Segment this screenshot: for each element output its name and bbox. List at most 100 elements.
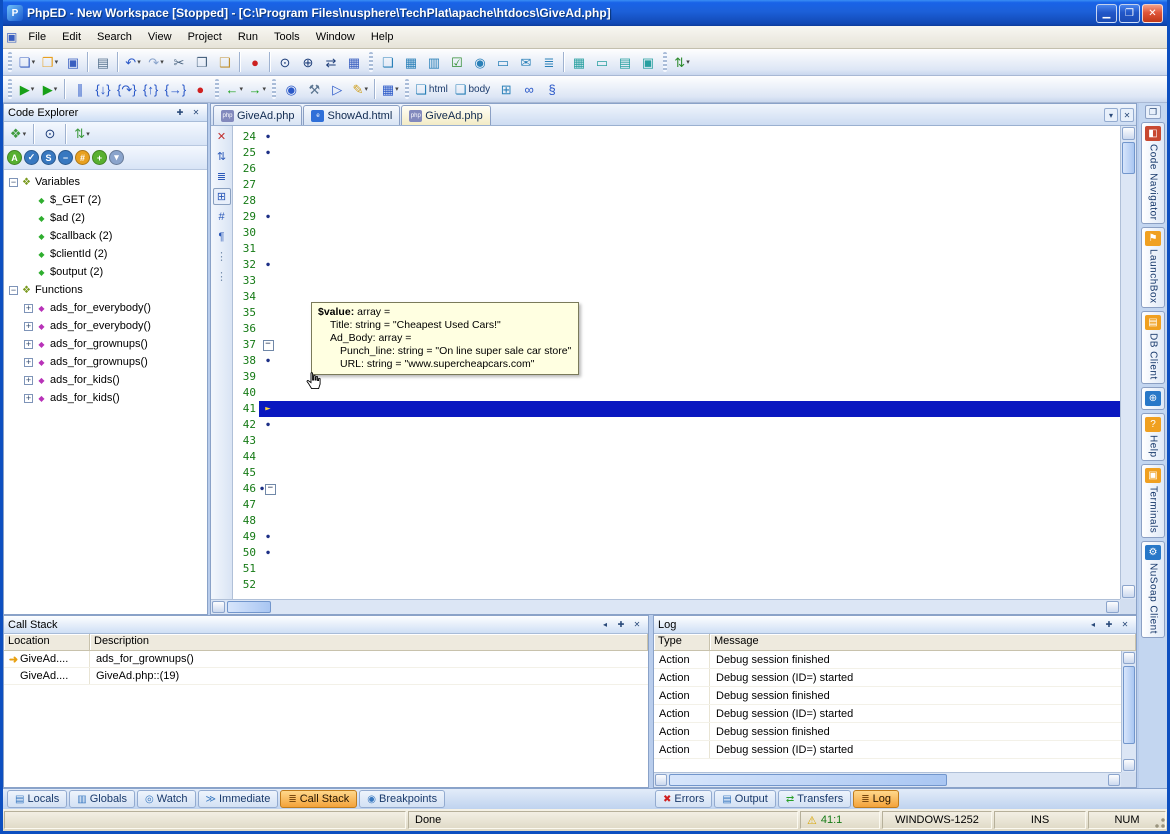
dock-tab-nusoap[interactable]: ⚙ NuSoap Client	[1141, 541, 1165, 638]
toolbar-grip[interactable]	[405, 79, 409, 99]
explorer-view-button[interactable]: ▾	[109, 150, 124, 165]
replace-button[interactable]: ⇄	[320, 51, 342, 73]
tree-item[interactable]: ads_for_everybody()	[4, 317, 207, 335]
scroll-down-button[interactable]	[1123, 759, 1135, 771]
code-line[interactable]: 41 return $value;	[233, 401, 1120, 417]
menu-help[interactable]: Help	[363, 28, 402, 46]
scrollbar-thumb[interactable]	[1122, 142, 1135, 174]
dock-tab-launchbox[interactable]: ⚑ LaunchBox	[1141, 227, 1165, 308]
scroll-right-button[interactable]	[1106, 601, 1119, 613]
line-marker-icon[interactable]	[259, 177, 277, 193]
rail-close-button[interactable]: ✕	[213, 128, 231, 145]
back-button[interactable]: ← ▾	[223, 78, 245, 100]
code-line[interactable]: 32 print ($callback."(".$output.");");	[233, 257, 1120, 273]
toolbar-separator[interactable]	[31, 124, 37, 144]
scroll-right-button[interactable]	[1108, 774, 1120, 786]
highlight-button[interactable]: ✎ ▾	[349, 78, 371, 100]
scroll-up-button[interactable]	[1123, 652, 1135, 664]
paste-button[interactable]: ❑	[214, 51, 236, 73]
scroll-down-button[interactable]	[1122, 585, 1135, 598]
rail-numbers-button[interactable]: #	[213, 208, 231, 225]
toolbar-grip[interactable]	[8, 52, 12, 72]
tree-expander-icon[interactable]	[24, 268, 33, 277]
step-over-button[interactable]: {↷}	[115, 78, 139, 100]
line-marker-icon[interactable]	[259, 385, 277, 401]
insert-radio-button[interactable]: ◉	[469, 51, 491, 73]
tree-expander-icon[interactable]	[24, 376, 33, 385]
line-marker-icon[interactable]	[259, 497, 277, 513]
rail-pilcrow-button[interactable]: ¶	[213, 228, 231, 245]
open-file-button[interactable]: ❒ ▾	[39, 51, 61, 73]
toolbar-separator[interactable]	[62, 79, 68, 99]
line-marker-icon[interactable]	[259, 433, 277, 449]
collapse-button[interactable]: −	[58, 150, 73, 165]
hash-button[interactable]: #	[75, 150, 90, 165]
column-header-message[interactable]: Message	[710, 634, 1136, 650]
code-line[interactable]: 51	[233, 561, 1120, 577]
code-line[interactable]: 25 $ad = ads_for_everybody();	[233, 145, 1120, 161]
code-line[interactable]: 44	[233, 449, 1120, 465]
menu-window[interactable]: Window	[308, 28, 363, 46]
line-marker-icon[interactable]	[259, 465, 277, 481]
tab-call-stack[interactable]: ≣ Call Stack	[280, 790, 357, 808]
editor-tab-showad-html[interactable]: e ShowAd.html	[303, 105, 400, 125]
menu-run[interactable]: Run	[230, 28, 266, 46]
explorer-find-button[interactable]: ⊙	[39, 123, 61, 145]
toolbar-grip[interactable]	[663, 52, 667, 72]
link-button[interactable]: ∞	[518, 78, 540, 100]
tab-watch[interactable]: ◎ Watch	[137, 790, 196, 808]
rail-bookmark-button[interactable]: ⊞	[213, 188, 231, 205]
line-marker-icon[interactable]	[259, 257, 277, 273]
line-marker-icon[interactable]	[259, 369, 277, 385]
line-marker-icon[interactable]	[259, 577, 277, 593]
log-horizontal-scrollbar[interactable]	[654, 772, 1121, 787]
call-stack-row[interactable]: ➜ GiveAd.... GiveAd.php::(19)	[4, 668, 648, 685]
copy-button[interactable]: ❐	[191, 51, 213, 73]
explorer-filter-button[interactable]: ❖ ▾	[7, 123, 29, 145]
tab-list-button[interactable]: ▾	[1104, 108, 1118, 122]
restore-button[interactable]: ❐	[1119, 4, 1140, 23]
toolbar-separator[interactable]	[237, 52, 243, 72]
tree-expander-icon[interactable]	[9, 286, 18, 295]
toolbar-grip[interactable]	[215, 79, 219, 99]
line-marker-icon[interactable]	[259, 145, 277, 161]
cut-button[interactable]: ✂	[168, 51, 190, 73]
tab-log[interactable]: ≣ Log	[853, 790, 899, 808]
redo-button[interactable]: ↷ ▾	[145, 51, 167, 73]
tree-item[interactable]: ads_for_grownups()	[4, 335, 207, 353]
run-in-browser-button[interactable]: ▶ ▾	[39, 78, 61, 100]
line-marker-icon[interactable]	[259, 305, 277, 321]
dock-tab-help[interactable]: ? Help	[1141, 413, 1165, 462]
insert-page-button[interactable]: ❏	[377, 51, 399, 73]
run-script-button[interactable]: ▷	[326, 78, 348, 100]
tree-expander-icon[interactable]	[24, 322, 33, 331]
code-line[interactable]: 47 $value = array('Ad' => array ('Title'…	[233, 497, 1120, 513]
find-in-files-button[interactable]: ⊕	[297, 51, 319, 73]
column-header-type[interactable]: Type	[654, 634, 710, 650]
panel-pin-button[interactable]: ✚	[1102, 618, 1116, 631]
line-marker-icon[interactable]	[259, 161, 277, 177]
tree-item[interactable]: $ad (2)	[4, 209, 207, 227]
toolbar-grip[interactable]	[369, 52, 373, 72]
scroll-left-button[interactable]	[212, 601, 225, 613]
scrollbar-thumb[interactable]	[669, 774, 947, 786]
toolbar-separator[interactable]	[372, 79, 378, 99]
tree-expander-icon[interactable]	[24, 232, 33, 241]
line-marker-icon[interactable]	[259, 417, 277, 433]
menu-view[interactable]: View	[140, 28, 180, 46]
toolbar-separator[interactable]	[63, 124, 69, 144]
run-button[interactable]: ▶ ▾	[16, 78, 38, 100]
code-line[interactable]: 24 default:	[233, 129, 1120, 145]
tree-item[interactable]: $callback (2)	[4, 227, 207, 245]
tab-breakpoints[interactable]: ◉ Breakpoints	[359, 790, 445, 808]
tree-item[interactable]: $clientId (2)	[4, 245, 207, 263]
step-into-button[interactable]: {↓}	[92, 78, 114, 100]
tree-item[interactable]: ads_for_grownups()	[4, 353, 207, 371]
forward-button[interactable]: → ▾	[246, 78, 268, 100]
explorer-sync-button[interactable]: ⇅ ▾	[71, 123, 93, 145]
scrollbar-thumb[interactable]	[1123, 666, 1135, 744]
tab-errors[interactable]: ✖ Errors	[655, 790, 712, 808]
breakpoint-button[interactable]: ◉	[280, 78, 302, 100]
toolbar-grip[interactable]	[272, 79, 276, 99]
editor-tab-givead-php-2[interactable]: php GiveAd.php	[401, 105, 490, 125]
